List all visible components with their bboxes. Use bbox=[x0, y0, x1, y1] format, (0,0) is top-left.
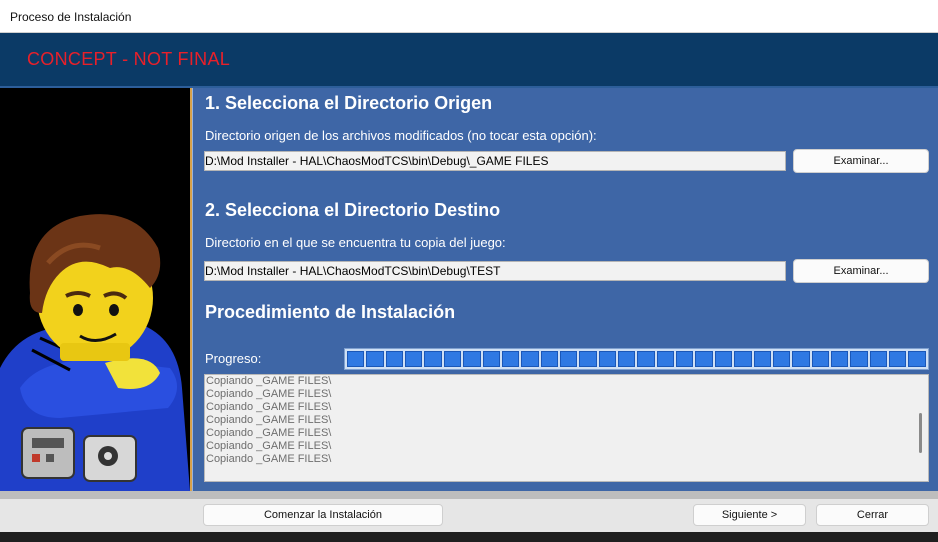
source-heading: 1. Selecciona el Directorio Origen bbox=[205, 93, 493, 113]
progress-segment bbox=[443, 351, 462, 367]
destination-browse-button[interactable]: Examinar... bbox=[793, 259, 929, 283]
procedure-heading: Procedimiento de Instalación bbox=[205, 302, 456, 322]
window-title: Proceso de Instalación bbox=[10, 10, 132, 24]
log-scrollbar[interactable] bbox=[913, 375, 928, 481]
progress-segment bbox=[830, 351, 849, 367]
log-lines: Copiando _GAME FILES\ Copiando _GAME FILE… bbox=[205, 375, 331, 466]
log-line: Copiando _GAME FILES\ bbox=[206, 388, 332, 400]
progress-segment bbox=[850, 351, 868, 367]
progress-segment bbox=[501, 351, 520, 367]
log-line: Copiando _GAME FILES\ bbox=[206, 427, 332, 439]
progress-segment bbox=[618, 351, 636, 367]
progress-segment bbox=[714, 351, 733, 367]
log-line: Copiando _GAME FILES\ bbox=[206, 414, 332, 426]
log-line: Copiando _GAME FILES\ bbox=[206, 453, 332, 465]
progress-segment bbox=[521, 351, 539, 367]
progress-segment bbox=[908, 351, 926, 367]
start-install-button[interactable]: Comenzar la Instalación bbox=[203, 504, 443, 526]
log-line: Copiando _GAME FILES\ bbox=[206, 375, 332, 387]
progress-segment bbox=[559, 351, 578, 367]
progress-segment bbox=[889, 351, 907, 367]
concept-label: CONCEPT - NOT FINAL bbox=[27, 49, 231, 69]
progress-segment bbox=[734, 351, 752, 367]
progress-segment bbox=[579, 351, 597, 367]
progress-segment bbox=[482, 351, 500, 367]
close-button[interactable]: Cerrar bbox=[816, 504, 929, 526]
progress-segment bbox=[637, 351, 655, 367]
progress-segment bbox=[695, 351, 713, 367]
title-bar: Proceso de Instalación bbox=[0, 0, 938, 33]
progress-segment bbox=[405, 351, 423, 367]
progress-segment bbox=[676, 351, 694, 367]
destination-heading: 2. Selecciona el Directorio Destino bbox=[205, 200, 501, 220]
destination-description: Directorio en el que se encuentra tu cop… bbox=[205, 235, 506, 250]
progress-segment bbox=[811, 351, 829, 367]
source-path-field[interactable]: D:\Mod Installer - HAL\ChaosModTCS\bin\D… bbox=[204, 151, 786, 171]
progress-segment bbox=[424, 351, 442, 367]
source-browse-button[interactable]: Examinar... bbox=[793, 149, 929, 173]
installer-window: Proceso de Instalación CONCEPT - NOT FIN… bbox=[0, 0, 938, 542]
progress-segment bbox=[869, 351, 888, 367]
destination-path-field[interactable]: D:\Mod Installer - HAL\ChaosModTCS\bin\D… bbox=[204, 261, 786, 281]
footer-divider bbox=[0, 491, 938, 499]
progress-segment bbox=[772, 351, 791, 367]
progress-segment bbox=[540, 351, 558, 367]
progress-label: Progreso: bbox=[205, 351, 262, 366]
taskbar-edge bbox=[0, 532, 938, 542]
progress-segment bbox=[347, 351, 365, 367]
install-log[interactable]: Copiando _GAME FILES\ Copiando _GAME FILE… bbox=[204, 374, 929, 482]
side-image bbox=[0, 88, 190, 491]
progress-bar bbox=[344, 348, 929, 370]
progress-segment bbox=[463, 351, 481, 367]
log-line: Copiando _GAME FILES\ bbox=[206, 401, 332, 413]
progress-segment bbox=[656, 351, 675, 367]
progress-segment bbox=[385, 351, 404, 367]
progress-segment bbox=[366, 351, 384, 367]
log-line: Copiando _GAME FILES\ bbox=[206, 440, 332, 452]
next-button[interactable]: Siguiente > bbox=[693, 504, 806, 526]
header-banner: CONCEPT - NOT FINAL bbox=[0, 33, 938, 86]
source-description: Directorio origen de los archivos modifi… bbox=[205, 128, 597, 143]
progress-segment bbox=[753, 351, 771, 367]
log-scroll-thumb[interactable] bbox=[919, 413, 922, 453]
progress-segment bbox=[792, 351, 810, 367]
main-panel: 1. Selecciona el Directorio Origen Direc… bbox=[192, 88, 938, 491]
lego-minifigure-icon bbox=[0, 88, 190, 491]
progress-segment bbox=[598, 351, 617, 367]
